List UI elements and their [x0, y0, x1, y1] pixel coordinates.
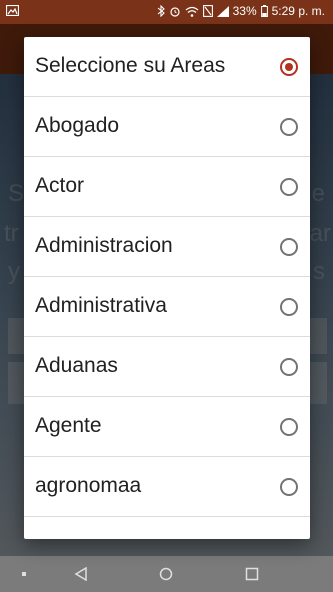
- option-agronomaa[interactable]: agronomaa: [24, 457, 310, 517]
- option-label: Administrativa: [35, 294, 167, 317]
- option-label: Seleccione su Areas: [35, 54, 226, 77]
- status-icons: 33% 5:29 p. m.: [157, 4, 325, 18]
- screen: 33% 5:29 p. m. S e tr ar y s Seleccione …: [0, 0, 333, 592]
- option-actor[interactable]: Actor: [24, 157, 310, 217]
- navigation-bar: [0, 556, 333, 592]
- option-administrativa[interactable]: Administrativa: [24, 277, 310, 337]
- nfc-icon: [202, 5, 213, 17]
- radio-unchecked-icon[interactable]: [280, 418, 298, 436]
- wifi-icon: [185, 6, 199, 17]
- radio-unchecked-icon[interactable]: [280, 238, 298, 256]
- radio-checked-icon[interactable]: [280, 58, 298, 76]
- alarm-icon: [169, 5, 181, 17]
- battery-icon: [260, 5, 268, 17]
- option-label: Aduanas: [35, 354, 118, 377]
- dot-icon[interactable]: [14, 564, 34, 584]
- battery-percent: 33%: [232, 4, 257, 18]
- area-select-dialog: Seleccione su Areas Abogado Actor Admini…: [24, 37, 310, 539]
- back-icon[interactable]: [71, 564, 91, 584]
- radio-unchecked-icon[interactable]: [280, 478, 298, 496]
- option-abogado[interactable]: Abogado: [24, 97, 310, 157]
- status-bar: 33% 5:29 p. m.: [0, 0, 333, 24]
- image-icon: [5, 4, 20, 19]
- option-agente[interactable]: Agente: [24, 397, 310, 457]
- status-time: 5:29 p. m.: [271, 4, 325, 18]
- option-label: Administracion: [35, 234, 173, 257]
- option-aduanas[interactable]: Aduanas: [24, 337, 310, 397]
- option-label: Abogado: [35, 114, 120, 137]
- bluetooth-icon: [157, 5, 165, 17]
- radio-unchecked-icon[interactable]: [280, 178, 298, 196]
- option-label: Agente: [35, 414, 102, 437]
- radio-unchecked-icon[interactable]: [280, 358, 298, 376]
- option-administracion[interactable]: Administracion: [24, 217, 310, 277]
- signal-icon: [216, 5, 229, 17]
- option-label: Actor: [35, 174, 85, 197]
- home-icon[interactable]: [156, 564, 176, 584]
- radio-unchecked-icon[interactable]: [280, 118, 298, 136]
- option-seleccione-su-areas[interactable]: Seleccione su Areas: [24, 37, 310, 97]
- radio-unchecked-icon[interactable]: [280, 298, 298, 316]
- option-label: agronomaa: [35, 474, 142, 497]
- recents-icon[interactable]: [242, 564, 262, 584]
